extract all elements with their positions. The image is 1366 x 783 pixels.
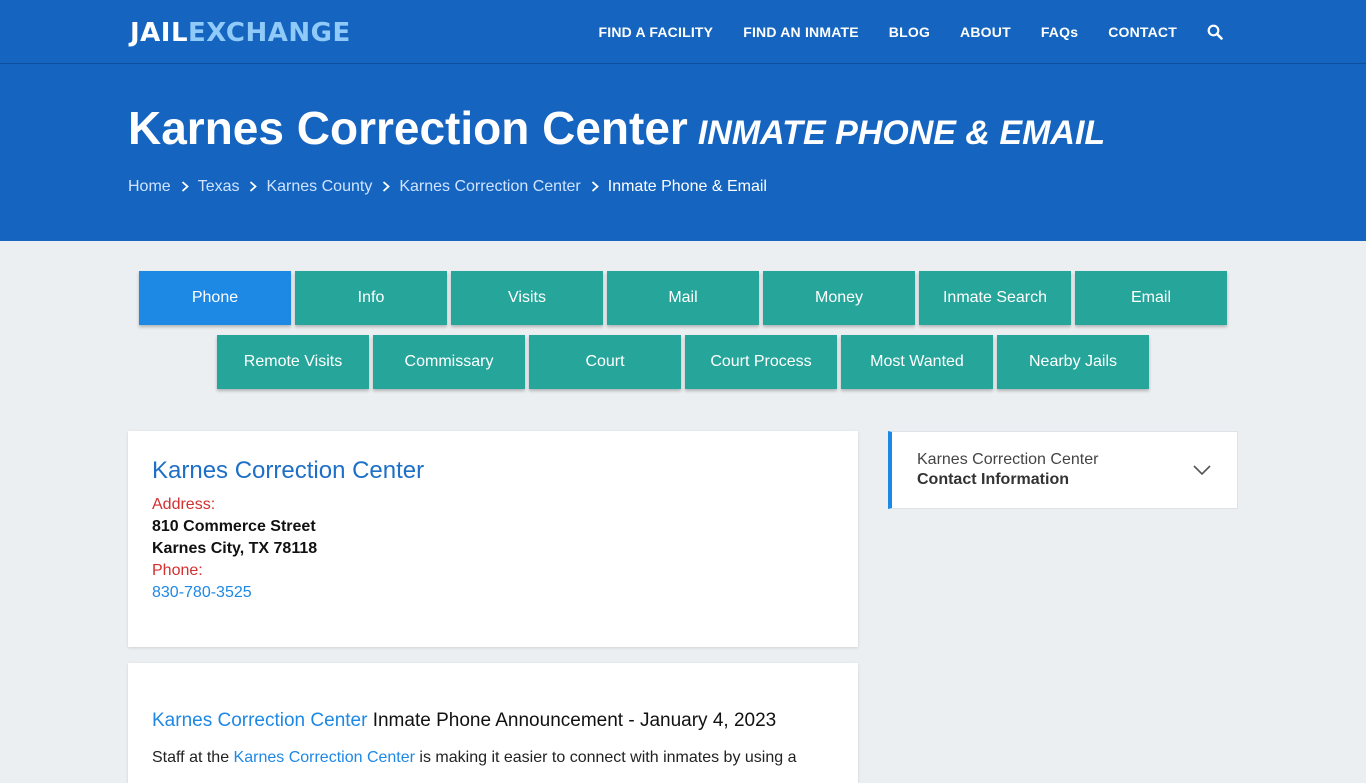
- nav-blog[interactable]: BLOG: [889, 24, 930, 40]
- tab-visits[interactable]: Visits: [451, 271, 603, 325]
- chevron-right-icon: [382, 180, 391, 195]
- breadcrumb-current: Inmate Phone & Email: [607, 178, 767, 195]
- paragraph-facility-link[interactable]: Karnes Correction Center: [234, 749, 415, 766]
- tab-remote-visits[interactable]: Remote Visits: [217, 335, 369, 389]
- site-logo[interactable]: JAILEXCHANGE: [130, 17, 351, 49]
- nav-find-facility[interactable]: FIND A FACILITY: [598, 24, 713, 40]
- phone-label: Phone:: [152, 562, 203, 579]
- tab-mail[interactable]: Mail: [607, 271, 759, 325]
- search-icon[interactable]: [1207, 24, 1223, 40]
- nav-contact[interactable]: CONTACT: [1108, 24, 1177, 40]
- announcement-facility-link[interactable]: Karnes Correction Center: [152, 710, 367, 731]
- tab-money[interactable]: Money: [763, 271, 915, 325]
- page-title: Karnes Correction Center INMATE PHONE & E…: [128, 102, 1105, 159]
- sidebar-contact-accordion[interactable]: Karnes Correction Center Contact Informa…: [888, 431, 1238, 509]
- tab-nearby-jails[interactable]: Nearby Jails: [997, 335, 1149, 389]
- phone-link[interactable]: 830-780-3525: [152, 582, 834, 604]
- tab-phone[interactable]: Phone: [139, 271, 291, 325]
- paragraph-text-start: Staff at the: [152, 749, 234, 766]
- nav-about[interactable]: ABOUT: [960, 24, 1011, 40]
- sidebar-facility-name: Karnes Correction Center: [917, 451, 1099, 468]
- address-label: Address:: [152, 496, 216, 513]
- breadcrumb: Home Texas Karnes County Karnes Correcti…: [128, 178, 767, 196]
- chevron-right-icon: [181, 180, 189, 195]
- chevron-right-icon: [249, 180, 258, 195]
- main-nav: FIND A FACILITY FIND AN INMATE BLOG ABOU…: [568, 0, 1223, 64]
- chevron-right-icon: [591, 180, 599, 195]
- page-hero: Karnes Correction Center INMATE PHONE & E…: [0, 64, 1366, 241]
- address-city: Karnes City, TX 78118: [152, 540, 318, 557]
- tab-court[interactable]: Court: [529, 335, 681, 389]
- paragraph-text-end: is making it easier to connect with inma…: [414, 749, 797, 766]
- tab-inmate-search[interactable]: Inmate Search: [919, 271, 1071, 325]
- chevron-down-icon[interactable]: [1193, 462, 1211, 480]
- announcement-card: Karnes Correction Center Inmate Phone An…: [128, 663, 858, 783]
- address-street: 810 Commerce Street: [152, 518, 316, 535]
- breadcrumb-state[interactable]: Texas: [198, 178, 240, 196]
- facility-contact-card: Karnes Correction Center Address: 810 Co…: [128, 431, 858, 647]
- page-title-sub: INMATE PHONE & EMAIL: [697, 114, 1106, 152]
- announcement-paragraph: Staff at the Karnes Correction Center is…: [152, 747, 834, 769]
- announcement-title: Karnes Correction Center Inmate Phone An…: [152, 709, 834, 733]
- breadcrumb-county[interactable]: Karnes County: [266, 178, 372, 196]
- facility-name: Karnes Correction Center: [152, 457, 425, 484]
- top-navbar: JAILEXCHANGE FIND A FACILITY FIND AN INM…: [0, 0, 1366, 64]
- announcement-title-text: Inmate Phone Announcement - January 4, 2…: [367, 710, 777, 731]
- nav-faqs[interactable]: FAQs: [1041, 24, 1078, 40]
- breadcrumb-facility[interactable]: Karnes Correction Center: [399, 178, 580, 196]
- nav-find-inmate[interactable]: FIND AN INMATE: [743, 24, 859, 40]
- breadcrumb-home[interactable]: Home: [128, 178, 171, 196]
- tab-court-process[interactable]: Court Process: [685, 335, 837, 389]
- tab-email[interactable]: Email: [1075, 271, 1227, 325]
- tab-info[interactable]: Info: [295, 271, 447, 325]
- sidebar-contact-heading: Contact Information: [917, 471, 1069, 488]
- facility-tabs: Phone Info Visits Mail Money Inmate Sear…: [0, 271, 1366, 399]
- tab-commissary[interactable]: Commissary: [373, 335, 525, 389]
- tab-most-wanted[interactable]: Most Wanted: [841, 335, 993, 389]
- page-title-main: Karnes Correction Center: [128, 102, 688, 154]
